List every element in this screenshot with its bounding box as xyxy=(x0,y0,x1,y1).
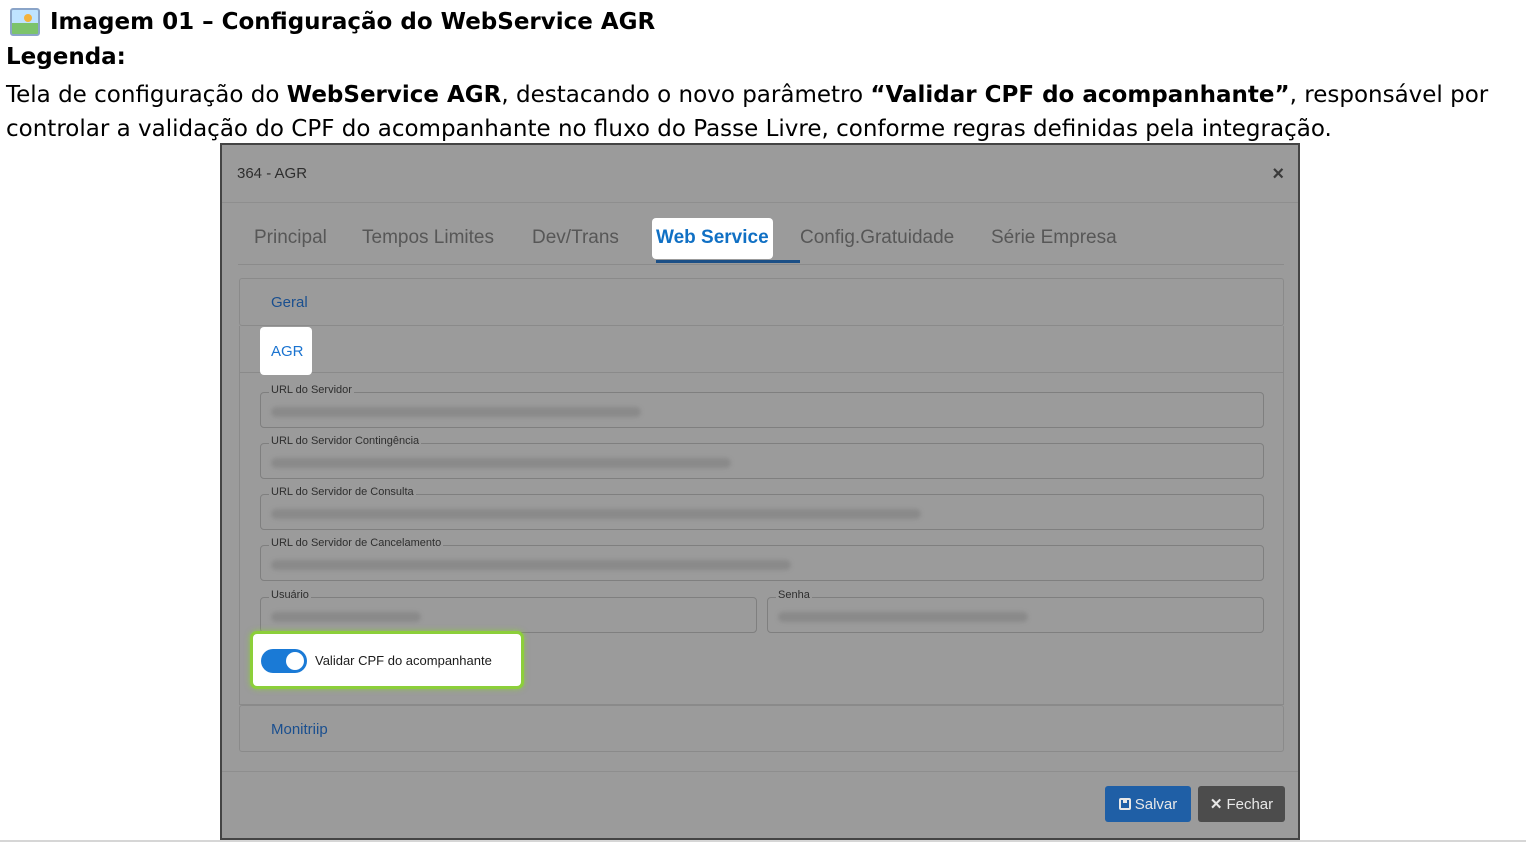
url-cancelamento-label: URL do Servidor de Cancelamento xyxy=(269,537,444,549)
senha-field[interactable] xyxy=(767,597,1264,633)
modal-header: 364 - AGR × xyxy=(222,145,1298,203)
toggle-knob xyxy=(286,652,304,670)
document-title: Imagem 01 – Configuração do WebService A… xyxy=(10,8,655,36)
caption-text: Tela de configuração do WebService AGR, … xyxy=(6,82,1489,142)
tab-principal[interactable]: Principal xyxy=(254,227,327,249)
usuario-field[interactable] xyxy=(260,597,757,633)
panel-monitriip[interactable]: Monitriip xyxy=(239,705,1284,752)
close-icon[interactable]: × xyxy=(1272,163,1284,186)
panel-geral-label: Geral xyxy=(271,294,308,311)
close-x-icon: ✕ xyxy=(1209,796,1223,813)
save-button-label: Salvar xyxy=(1134,795,1178,813)
url-consulta-label: URL do Servidor de Consulta xyxy=(269,486,416,498)
tab-serie-empresa[interactable]: Série Empresa xyxy=(991,227,1117,249)
close-button-label: Fechar xyxy=(1226,795,1274,813)
blurred-value xyxy=(271,407,641,417)
validar-cpf-highlight: Validar CPF do acompanhante xyxy=(250,631,524,689)
validar-cpf-label: Validar CPF do acompanhante xyxy=(315,653,492,668)
save-icon xyxy=(1118,798,1131,810)
active-tab-indicator xyxy=(656,260,800,263)
footer-divider xyxy=(222,771,1298,772)
picture-icon xyxy=(10,8,40,36)
panel-agr[interactable] xyxy=(239,326,1284,373)
url-cancelamento-field[interactable] xyxy=(260,545,1264,581)
blurred-value xyxy=(271,612,421,622)
panel-monitriip-label: Monitriip xyxy=(271,721,328,738)
validar-cpf-toggle[interactable] xyxy=(261,649,307,673)
tab-web-service[interactable]: Web Service xyxy=(652,218,773,259)
url-contingencia-label: URL do Servidor Contingência xyxy=(269,435,422,447)
url-servidor-label: URL do Servidor xyxy=(269,384,354,396)
senha-label: Senha xyxy=(776,589,812,601)
blurred-value xyxy=(271,458,731,468)
page-bottom-rule xyxy=(0,840,1526,842)
tab-config-gratuidade[interactable]: Config.Gratuidade xyxy=(800,227,954,249)
panel-agr-label[interactable]: AGR xyxy=(271,343,304,360)
url-consulta-field[interactable] xyxy=(260,494,1264,530)
tab-tempos-limites[interactable]: Tempos Limites xyxy=(362,227,494,249)
panel-geral[interactable]: Geral xyxy=(239,278,1284,326)
close-button[interactable]: ✕ Fechar xyxy=(1198,786,1285,822)
usuario-label: Usuário xyxy=(269,589,311,601)
modal-title: 364 - AGR xyxy=(237,165,308,182)
tab-dev-trans[interactable]: Dev/Trans xyxy=(532,227,619,249)
tab-bar: Principal Tempos Limites Dev/Trans Web S… xyxy=(238,215,1284,265)
blurred-value xyxy=(271,560,791,570)
legend-label: Legenda: xyxy=(6,44,126,70)
url-contingencia-field[interactable] xyxy=(260,443,1264,479)
blurred-value xyxy=(271,509,921,519)
save-button[interactable]: Salvar xyxy=(1105,786,1191,822)
document-title-text: Imagem 01 – Configuração do WebService A… xyxy=(50,9,656,35)
modal-screenshot: 364 - AGR × Principal Tempos Limites Dev… xyxy=(220,143,1300,840)
blurred-value xyxy=(778,612,1028,622)
url-servidor-field[interactable] xyxy=(260,392,1264,428)
